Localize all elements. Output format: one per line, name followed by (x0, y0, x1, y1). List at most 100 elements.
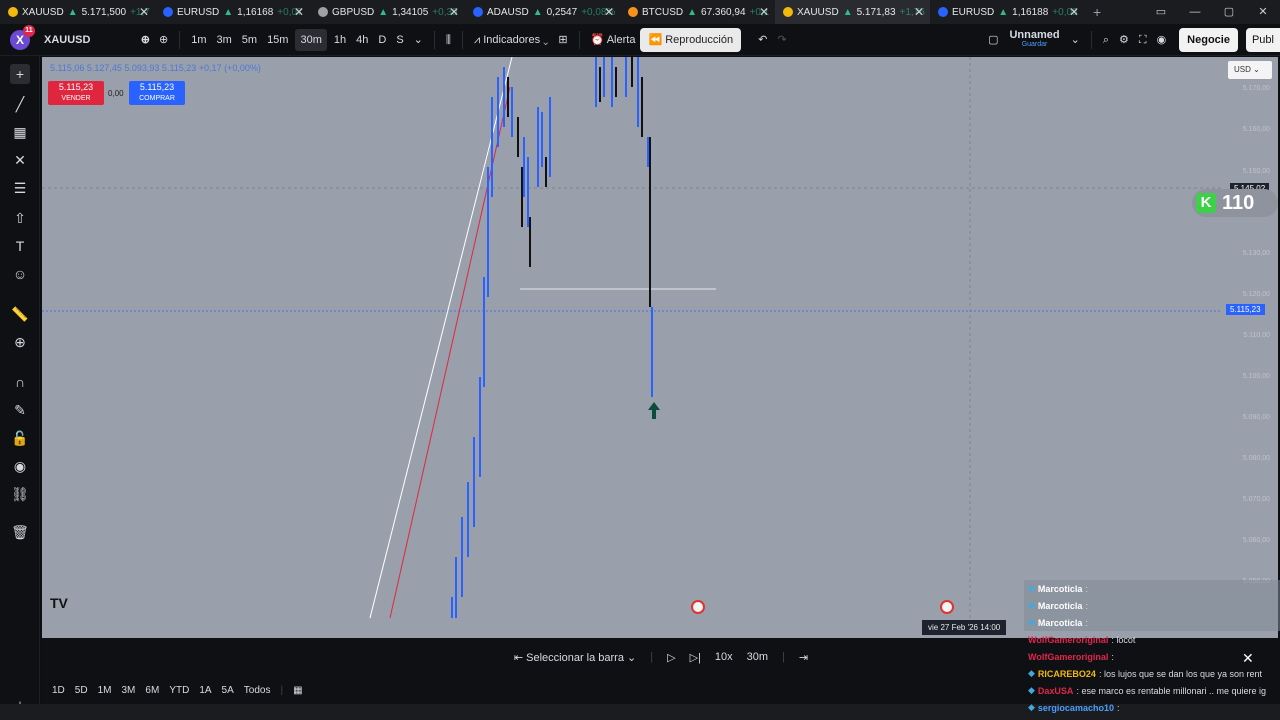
price-axis-label: 5.100,00 (1242, 373, 1270, 380)
step-forward-icon[interactable]: ▷| (690, 651, 701, 664)
magnet-icon[interactable]: ∩ (10, 372, 30, 392)
layouts-icon[interactable]: ⊞ (553, 24, 572, 56)
range-3m[interactable]: 3M (122, 685, 136, 696)
trash-icon[interactable]: 🗑 (10, 522, 30, 542)
publish-button[interactable]: Publ (1245, 27, 1280, 52)
browser-tab[interactable]: XAUUSD ▲ 5.171,500 +1,7 ✕ (0, 0, 155, 24)
interval-1m[interactable]: 1m (186, 24, 211, 56)
add-symbol-icon[interactable]: ⊕ (154, 24, 173, 56)
browser-tab[interactable]: BTCUSD ▲ 67.360,94 +0,1 ✕ (620, 0, 775, 24)
browser-tab[interactable]: EURUSD ▲ 1,16188 +0,08 ✕ (930, 0, 1085, 24)
symbol-search[interactable]: XAUUSD ⊕ (44, 29, 154, 51)
window-menu-icon[interactable]: ▭ (1144, 0, 1178, 24)
fullscreen-icon[interactable]: ⛶ (1134, 24, 1152, 56)
us-flag-icon[interactable] (691, 600, 705, 614)
ruler-icon[interactable]: 📏 (10, 304, 30, 324)
interval-5m[interactable]: 5m (237, 24, 262, 56)
interval-4h[interactable]: 4h (351, 24, 373, 56)
speed-select[interactable]: 10x (715, 651, 733, 663)
close-tab-icon[interactable]: ✕ (449, 5, 459, 19)
arrow-icon[interactable]: ⇧ (10, 208, 30, 228)
emoji-icon[interactable]: ☺ (10, 264, 30, 284)
interval-30m[interactable]: 30m (295, 28, 327, 51)
close-window-icon[interactable]: ✕ (1246, 0, 1280, 24)
compare-icon[interactable]: ⊕ (141, 33, 150, 46)
price-axis-label: 5.080,00 (1242, 455, 1270, 462)
layout-name[interactable]: Unnamed Guardar (1003, 29, 1065, 50)
redo-icon[interactable]: ↷ (772, 24, 791, 56)
replay-interval-select[interactable]: 30m (747, 651, 768, 663)
new-tab-button[interactable]: + (1093, 4, 1101, 20)
camera-icon[interactable]: ◉ (1152, 24, 1172, 56)
forecast-icon[interactable]: ☰ (10, 178, 30, 198)
close-tab-icon[interactable]: ✕ (914, 5, 924, 19)
chevron-down-icon[interactable]: ⌄ (409, 24, 428, 56)
browser-tab[interactable]: GBPUSD ▲ 1,34105 +0,39 ✕ (310, 0, 465, 24)
range-1d[interactable]: 1D (52, 685, 65, 696)
chart-canvas[interactable]: 5.115,06 5.127,45 5.093,93 5.115,23 +0,1… (42, 57, 1278, 638)
fib-icon[interactable]: ▦ (10, 122, 30, 142)
currency-select[interactable]: USD ⌄ (1228, 61, 1272, 79)
maximize-icon[interactable]: ▢ (1212, 0, 1246, 24)
eye-icon[interactable]: ◉ (10, 456, 30, 476)
indicators-button[interactable]: ⩘ Indicadores ⌄ (469, 24, 553, 56)
minimize-icon[interactable]: — (1178, 0, 1212, 24)
chart-toolbar: X 11 XAUUSD ⊕ ⊕ 1m 3m 5m 15m 30m 1h 4h D S ⌄ ⫼ ⩘ I… (0, 24, 1280, 56)
close-tab-icon[interactable]: ✕ (604, 5, 614, 19)
us-flag-icon[interactable] (940, 600, 954, 614)
text-icon[interactable]: T (10, 236, 30, 256)
range-6m[interactable]: 6M (145, 685, 159, 696)
symbol-icon (628, 7, 638, 17)
jump-to-realtime-icon[interactable]: ⇥ (799, 651, 808, 664)
close-tab-icon[interactable]: ✕ (759, 5, 769, 19)
close-tab-icon[interactable]: ✕ (1069, 5, 1079, 19)
calendar-icon[interactable]: ▦ (293, 685, 302, 696)
close-tab-icon[interactable]: ✕ (139, 5, 149, 19)
candle-type-icon[interactable]: ⫼ (441, 24, 456, 56)
alert-button[interactable]: ⏰ Alerta (586, 24, 641, 56)
quick-search-icon[interactable]: ⌕ (1098, 24, 1114, 56)
undo-icon[interactable]: ↶ (753, 24, 772, 56)
lock-icon[interactable]: 🔓 (10, 428, 30, 448)
replay-button[interactable]: ⏪ Reproducción (640, 27, 742, 52)
range-5a[interactable]: 5A (222, 685, 234, 696)
browser-tab[interactable]: ADAUSD ▲ 0,2547 +0,08% ✕ (465, 0, 620, 24)
range-ytd[interactable]: YTD (169, 685, 189, 696)
play-icon[interactable]: ▷ (667, 651, 675, 664)
link-icon[interactable]: ⛓ (10, 484, 30, 504)
range-1a[interactable]: 1A (199, 685, 211, 696)
close-tab-icon[interactable]: ✕ (294, 5, 304, 19)
settings-icon[interactable]: ⚙ (1114, 24, 1134, 56)
range-todos[interactable]: Todos (244, 685, 271, 696)
browser-tab[interactable]: XAUUSD ▲ 5.171,83 +1,76 ✕ (775, 0, 930, 24)
pattern-icon[interactable]: ✕ (10, 150, 30, 170)
buy-button[interactable]: 5.115,23 COMPRAR (129, 81, 185, 105)
sell-button[interactable]: 5.115,23 VENDER (48, 81, 104, 105)
interval-3m[interactable]: 3m (212, 24, 237, 56)
browser-tab[interactable]: EURUSD ▲ 1,16168 +0,07 ✕ (155, 0, 310, 24)
layout-toggle-icon[interactable]: ▢ (983, 24, 1003, 56)
range-1m[interactable]: 1M (98, 685, 112, 696)
pencil-lock-icon[interactable]: ✎ (10, 400, 30, 420)
chat-username: Marcoticla (1037, 617, 1083, 628)
close-icon[interactable]: ✕ (1242, 650, 1256, 667)
chat-text: : (1116, 702, 1120, 713)
chat-message: WolfGameroriginal: locot (1024, 631, 1280, 648)
trend-line-icon[interactable]: ╱ (10, 94, 30, 114)
crosshair-icon[interactable]: + (10, 64, 30, 84)
tradingview-logo: TV (50, 595, 68, 611)
interval-1h[interactable]: 1h (329, 24, 351, 56)
trade-button[interactable]: Negocie (1179, 27, 1238, 52)
chevron-down-icon[interactable]: ⌄ (1066, 24, 1085, 56)
interval-15m[interactable]: 15m (262, 24, 293, 56)
chat-message: ◆ Marcoticla: (1024, 580, 1280, 597)
interval-S[interactable]: S (391, 24, 408, 56)
range-5d[interactable]: 5D (75, 685, 88, 696)
chat-message: ◆ Marcoticla: (1024, 597, 1280, 614)
interval-D[interactable]: D (373, 24, 391, 56)
chat-text: : (1111, 651, 1114, 662)
user-avatar[interactable]: X 11 (10, 24, 35, 50)
select-bar-button[interactable]: ⇤ Seleccionar la barra ⌄ (514, 651, 636, 664)
zoom-icon[interactable]: ⊕ (10, 332, 30, 352)
symbol-icon (783, 7, 793, 17)
